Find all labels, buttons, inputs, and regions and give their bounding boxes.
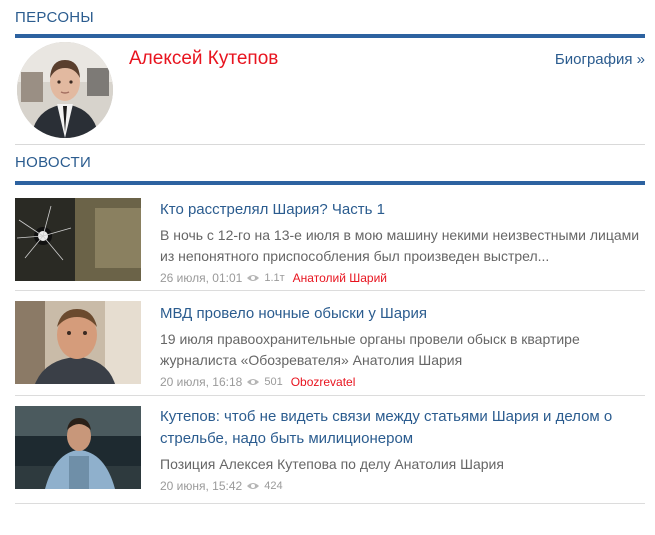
news-item: Кутепов: чтоб не видеть связи между стат…: [15, 396, 645, 504]
person-avatar[interactable]: [17, 42, 113, 138]
news-source-link[interactable]: Анатолий Шарий: [293, 271, 387, 285]
news-meta: 20 июня, 15:42 424: [160, 479, 645, 493]
news-thumbnail[interactable]: [15, 198, 141, 281]
news-title-link[interactable]: Кутепов: чтоб не видеть связи между стат…: [160, 406, 645, 450]
news-views: 424: [264, 480, 283, 492]
news-item: МВД провело ночные обыски у Шария 19 июл…: [15, 291, 645, 396]
bullet-hole-image: [15, 198, 141, 281]
eye-icon: [247, 379, 260, 385]
man-outdoor-image: [15, 406, 141, 489]
news-source-link[interactable]: Obozrevatel: [291, 375, 356, 389]
news-title-link[interactable]: Кто расстрелял Шария? Часть 1: [160, 199, 645, 221]
eye-icon: [247, 483, 260, 489]
news-divider-bar: [15, 181, 645, 185]
content-column: ПЕРСОНЫ Алексей Кутепов Биография » НОВО…: [15, 0, 645, 504]
news-meta: 26 июля, 01:01 1.1т Анатолий Шарий: [160, 271, 645, 285]
person-name-link[interactable]: Алексей Кутепов: [129, 48, 278, 70]
news-date: 20 июля, 16:18: [160, 375, 243, 389]
news-date: 20 июня, 15:42: [160, 479, 243, 493]
persons-heading: ПЕРСОНЫ: [15, 9, 95, 26]
news-meta: 20 июля, 16:18 501 Obozrevatel: [160, 375, 645, 389]
biography-link[interactable]: Биография »: [555, 51, 645, 68]
news-heading: НОВОСТИ: [15, 154, 92, 171]
news-title-link[interactable]: МВД провело ночные обыски у Шария: [160, 303, 645, 325]
news-description: В ночь с 12-го на 13-е июля в мою машину…: [160, 227, 640, 264]
news-thumbnail[interactable]: [15, 301, 141, 384]
man-portrait-image: [15, 301, 141, 384]
news-thumbnail[interactable]: [15, 406, 141, 489]
person-card: Алексей Кутепов Биография »: [15, 38, 645, 145]
eye-icon: [247, 275, 260, 281]
news-views: 501: [264, 376, 283, 388]
news-list: Кто расстрелял Шария? Часть 1 В ночь с 1…: [15, 194, 645, 504]
news-date: 26 июля, 01:01: [160, 271, 243, 285]
news-views: 1.1т: [264, 272, 285, 284]
news-description: 19 июля правоохранительные органы провел…: [160, 331, 580, 368]
news-description: Позиция Алексея Кутепова по делу Анатоли…: [160, 456, 504, 472]
person-photo: [17, 42, 113, 138]
news-item: Кто расстрелял Шария? Часть 1 В ночь с 1…: [15, 194, 645, 291]
